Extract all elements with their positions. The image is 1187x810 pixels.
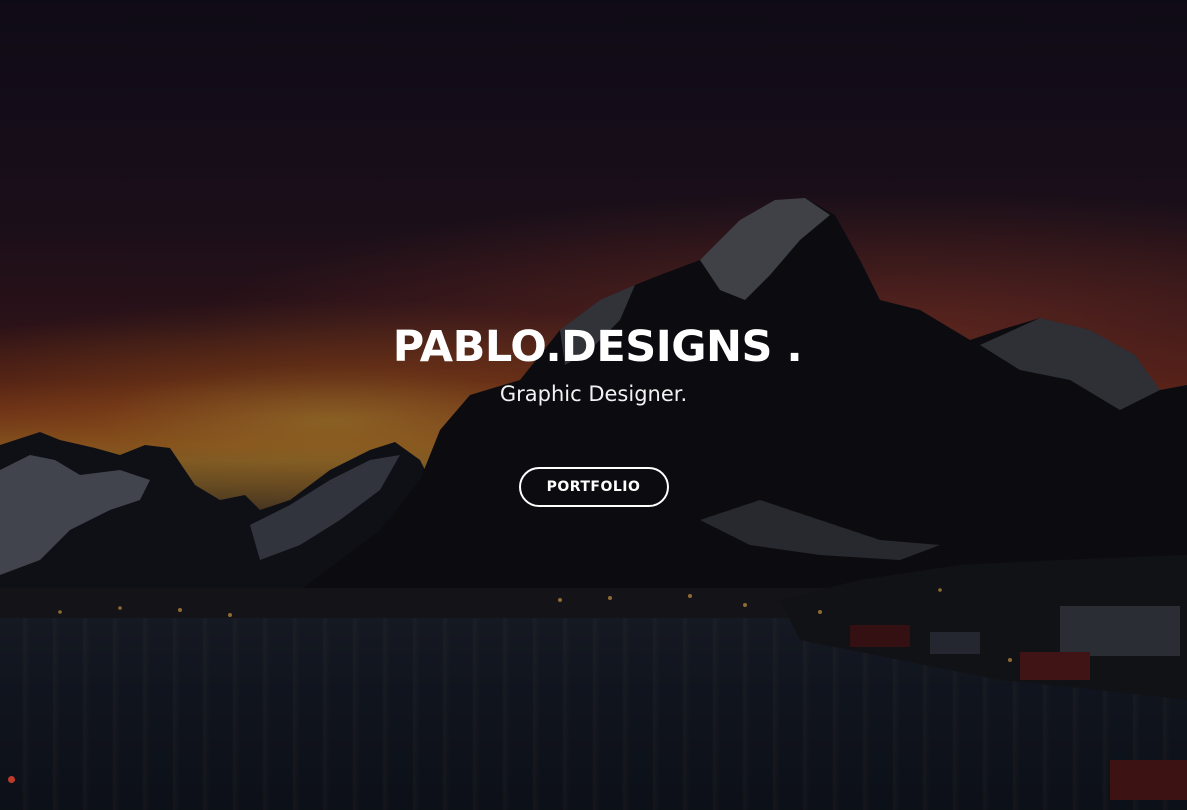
hero-section: PABLO.DESIGNS . Graphic Designer. PORTFO… [0, 0, 1187, 810]
portfolio-button[interactable]: PORTFOLIO [518, 467, 669, 507]
hero-content: PABLO.DESIGNS . Graphic Designer. PORTFO… [0, 318, 1187, 507]
brand-title: PABLO.DESIGNS . [392, 322, 803, 372]
corner-red-dot [8, 776, 15, 783]
hero-subtitle: Graphic Designer. [499, 382, 688, 406]
